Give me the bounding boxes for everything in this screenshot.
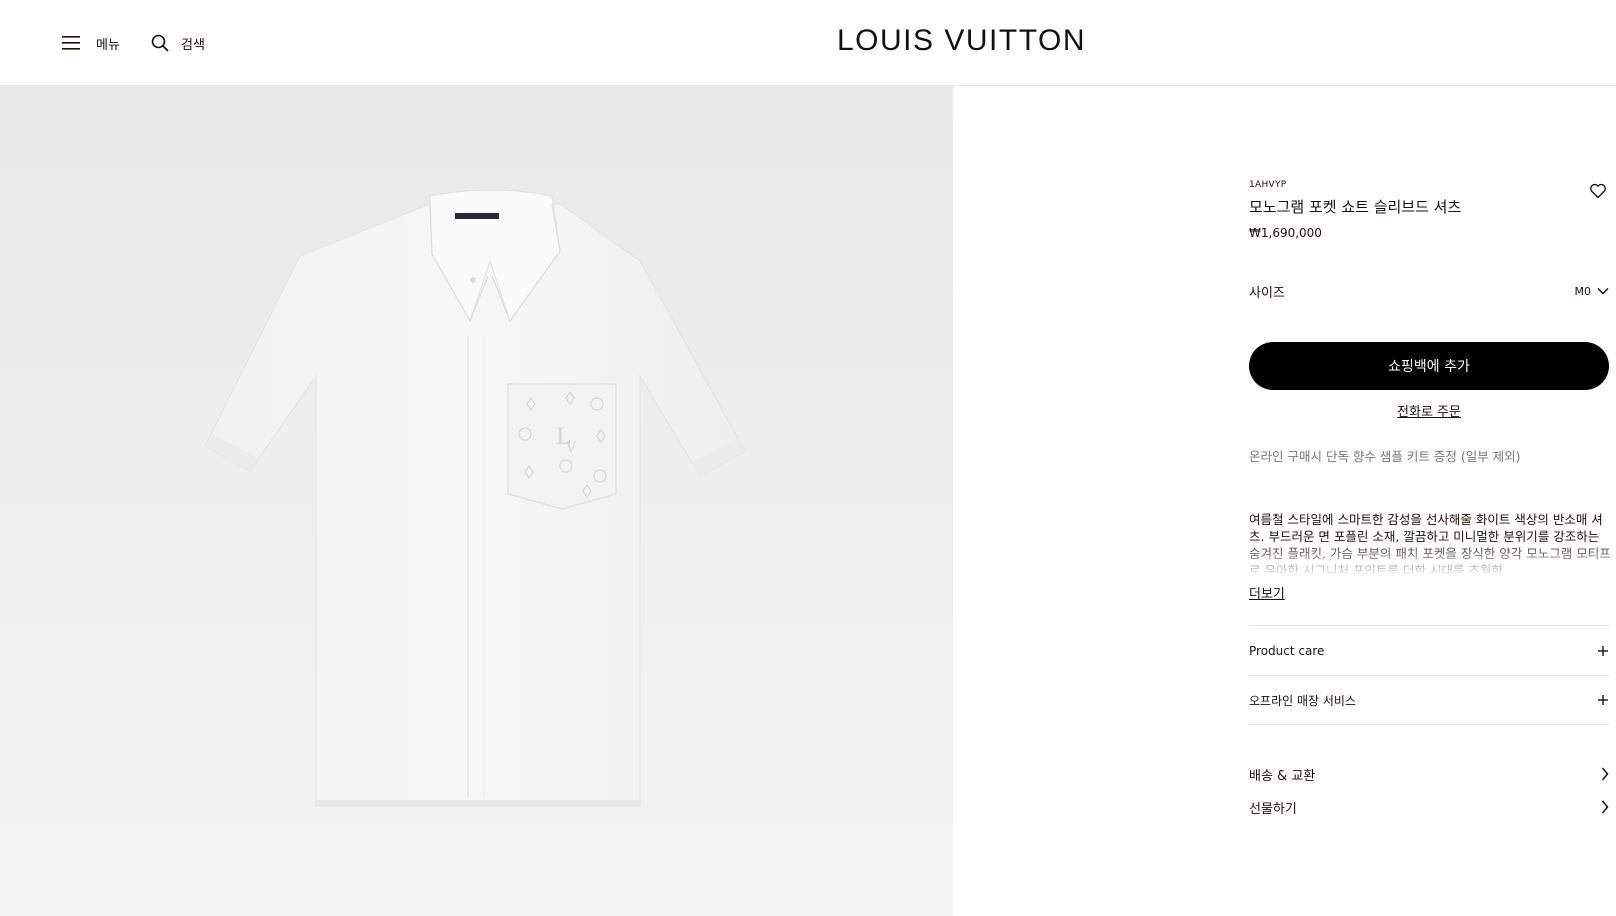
product-image[interactable]: L V [0, 86, 953, 916]
accordion-store-services[interactable]: 오프라인 매장 서비스 [1249, 675, 1609, 725]
product-sku: 1AHVYP [1249, 180, 1287, 190]
link-delivery-returns[interactable]: 배송 & 교환 [1249, 763, 1609, 785]
size-selector[interactable]: 사이즈 M0 [1249, 280, 1609, 302]
link-gifting[interactable]: 선물하기 [1249, 796, 1609, 818]
size-value: M0 [1574, 284, 1592, 298]
site-header: 메뉴 검색 LOUIS VUITTON [0, 0, 1616, 86]
phone-order-link[interactable]: 전화로 주문 [1397, 405, 1461, 420]
brand-logo[interactable]: LOUIS VUITTON [837, 24, 1086, 58]
menu-button[interactable]: 메뉴 [62, 31, 120, 55]
product-title: 모노그램 포켓 쇼트 슬리브드 셔츠 [1249, 198, 1462, 216]
link-label: 선물하기 [1249, 801, 1297, 817]
accordion-label: 오프라인 매장 서비스 [1249, 693, 1356, 708]
add-to-bag-button[interactable]: 쇼핑백에 추가 [1249, 342, 1609, 390]
phone-order-wrap: 전화로 주문 [1249, 401, 1609, 420]
plus-icon [1598, 645, 1608, 656]
hamburger-menu-icon [62, 36, 80, 50]
product-description: 여름철 스타일에 스마트한 감성을 선사해줄 화이트 색상의 반소매 셔츠. 부… [1249, 512, 1611, 573]
menu-label: 메뉴 [96, 37, 120, 53]
chevron-down-icon [1597, 287, 1609, 295]
search-label: 검색 [181, 37, 205, 53]
heart-icon [1590, 183, 1606, 199]
chevron-right-icon [1601, 767, 1609, 781]
product-info: 1AHVYP 모노그램 포켓 쇼트 슬리브드 셔츠 ₩1,690,000 사이즈… [1249, 180, 1615, 817]
accordion-label: Product care [1249, 643, 1325, 658]
search-button[interactable]: 검색 [151, 31, 205, 55]
product-price: ₩1,690,000 [1249, 226, 1322, 240]
link-label: 배송 & 교환 [1249, 768, 1316, 784]
shirt-illustration: L V [204, 189, 746, 807]
search-icon [151, 34, 169, 52]
accordion-product-care[interactable]: Product care [1249, 625, 1609, 675]
chevron-right-icon [1601, 800, 1609, 814]
label-tag [455, 213, 499, 219]
size-label: 사이즈 [1249, 285, 1285, 301]
wishlist-button[interactable] [1589, 182, 1607, 200]
promo-text: 온라인 구매시 단독 향수 샘플 키트 증정 (일부 제외) [1249, 449, 1521, 464]
read-more-link[interactable]: 더보기 [1249, 583, 1285, 602]
plus-icon [1598, 695, 1608, 705]
svg-text:V: V [565, 440, 577, 456]
